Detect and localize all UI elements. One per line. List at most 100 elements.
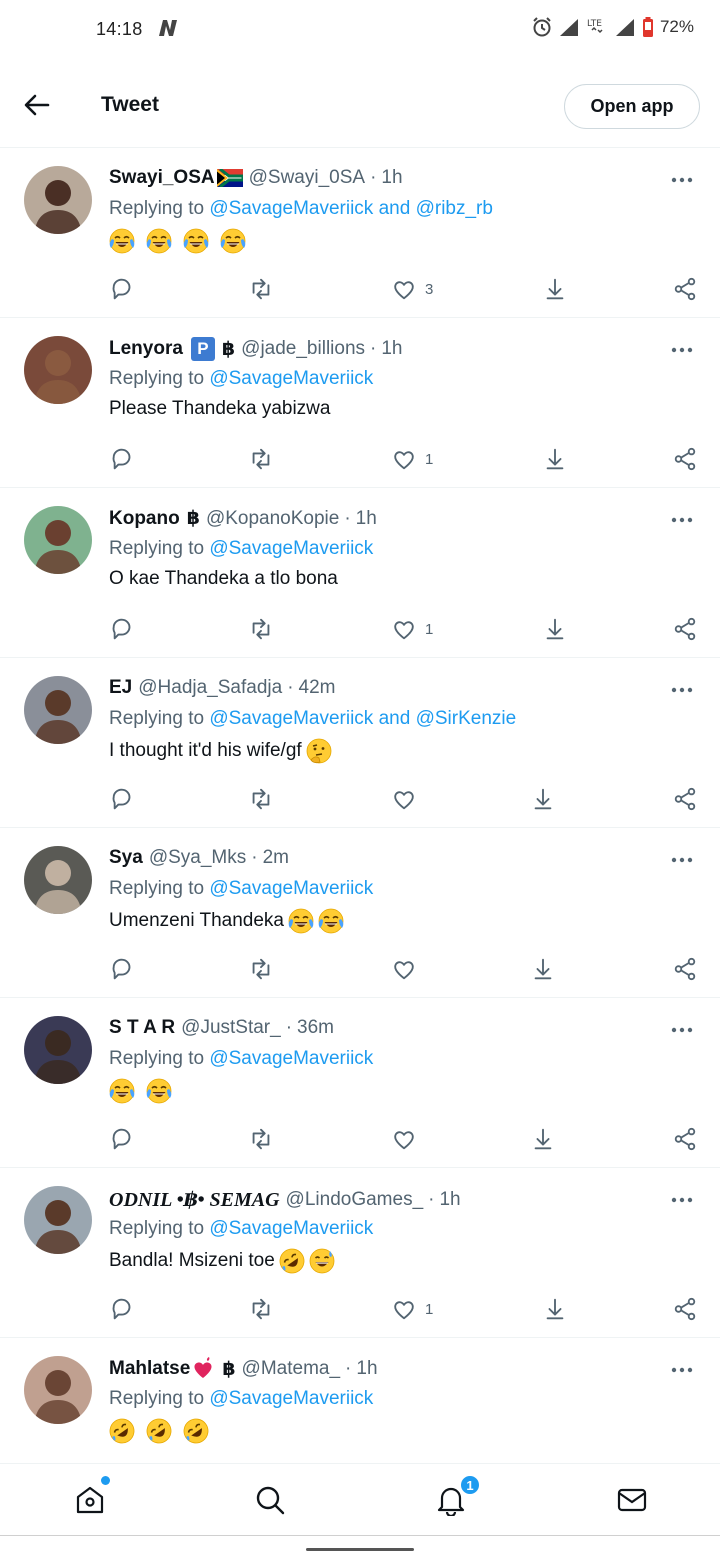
tweet-item[interactable]: EJ @Hadja_Safadja · 42m Replying to @SavageM… — [0, 658, 720, 828]
mention-link[interactable]: @SavageMaveriick — [209, 708, 373, 729]
more-options-button[interactable] — [670, 852, 694, 868]
mention-link[interactable]: @SavageMaveriick — [209, 198, 373, 219]
nav-home[interactable] — [70, 1476, 110, 1520]
download-button[interactable] — [542, 444, 568, 474]
username-handle[interactable]: @LindoGames_ — [286, 1189, 424, 1211]
reply-button[interactable] — [110, 954, 136, 984]
like-button[interactable]: 3 — [391, 274, 433, 304]
more-options-button[interactable] — [670, 1022, 694, 1038]
username-handle[interactable]: @jade_billions — [241, 338, 365, 360]
download-button[interactable] — [542, 614, 568, 644]
display-name[interactable]: Swayi_OSA — [109, 167, 215, 189]
avatar[interactable] — [24, 336, 92, 404]
mention-link[interactable]: @SavageMaveriick — [209, 878, 373, 899]
retweet-button[interactable] — [248, 274, 274, 304]
open-app-button[interactable]: Open app — [564, 84, 700, 129]
download-button[interactable] — [542, 274, 568, 304]
tweet-timestamp[interactable]: 1h — [356, 508, 377, 530]
like-button[interactable]: 1 — [391, 444, 433, 474]
reply-button[interactable] — [110, 784, 136, 814]
avatar[interactable] — [24, 1186, 92, 1254]
like-button[interactable] — [391, 784, 417, 814]
reply-button[interactable] — [110, 614, 136, 644]
mention-link[interactable]: @SavageMaveriick — [209, 368, 373, 389]
back-button[interactable] — [20, 88, 54, 122]
display-name[interactable]: Kopano — [109, 508, 180, 530]
display-name[interactable]: Sya — [109, 847, 143, 869]
tweet-item[interactable]: Kopano ฿ @KopanoKopie · 1h Replying to @Savag… — [0, 488, 720, 658]
share-button[interactable] — [672, 784, 698, 814]
more-options-button[interactable] — [670, 342, 694, 358]
avatar[interactable] — [24, 1356, 92, 1424]
download-button[interactable] — [542, 1294, 568, 1324]
display-name[interactable]: Lenyora — [109, 338, 183, 360]
share-button[interactable] — [672, 274, 698, 304]
home-gesture-bar[interactable] — [306, 1548, 414, 1551]
mention-link[interactable]: @SavageMaveriick — [209, 1048, 373, 1069]
mention-link[interactable]: @ribz_rb — [416, 198, 493, 219]
avatar[interactable] — [24, 166, 92, 234]
tweet-text: Please Thandeka yabizwa — [109, 398, 330, 420]
share-button[interactable] — [672, 954, 698, 984]
username-handle[interactable]: @Sya_Mks — [149, 847, 246, 869]
reply-button[interactable] — [110, 1124, 136, 1154]
display-name[interactable]: ODNIL •฿• SEMAG — [109, 1187, 280, 1212]
like-button[interactable] — [391, 1124, 417, 1154]
download-button[interactable] — [530, 1124, 556, 1154]
share-button[interactable] — [672, 614, 698, 644]
tweet-timestamp[interactable]: 1h — [381, 167, 402, 189]
tweet-item[interactable]: Sya @Sya_Mks · 2m Replying to @SavageMaverii… — [0, 828, 720, 998]
like-button[interactable] — [391, 954, 417, 984]
avatar[interactable] — [24, 676, 92, 744]
nav-notifications[interactable]: 1 — [431, 1474, 481, 1520]
nav-messages[interactable] — [612, 1480, 652, 1520]
avatar[interactable] — [24, 846, 92, 914]
reply-button[interactable] — [110, 274, 136, 304]
display-name[interactable]: Mahlatse — [109, 1358, 190, 1380]
more-options-button[interactable] — [670, 172, 694, 188]
share-button[interactable] — [672, 444, 698, 474]
tweet-item[interactable]: ODNIL •฿• SEMAG @LindoGames_ · 1h Replying t… — [0, 1168, 720, 1338]
mention-link[interactable]: @SavageMaveriick — [209, 538, 373, 559]
like-button[interactable]: 1 — [391, 614, 433, 644]
retweet-button[interactable] — [248, 784, 274, 814]
username-handle[interactable]: @KopanoKopie — [206, 508, 339, 530]
username-handle[interactable]: @JustStar_ — [181, 1017, 281, 1039]
like-button[interactable]: 1 — [391, 1294, 433, 1324]
mention-link[interactable]: @SavageMaveriick — [209, 1388, 373, 1409]
download-button[interactable] — [530, 954, 556, 984]
retweet-button[interactable] — [248, 444, 274, 474]
username-handle[interactable]: @Swayi_0SA — [249, 167, 365, 189]
retweet-button[interactable] — [248, 614, 274, 644]
share-button[interactable] — [672, 1294, 698, 1324]
mention-link[interactable]: @SirKenzie — [416, 708, 517, 729]
username-handle[interactable]: @Hadja_Safadja — [138, 677, 282, 699]
tweet-timestamp[interactable]: 42m — [299, 677, 336, 699]
more-options-button[interactable] — [670, 682, 694, 698]
reply-button[interactable] — [110, 1294, 136, 1324]
share-button[interactable] — [672, 1124, 698, 1154]
avatar[interactable] — [24, 506, 92, 574]
nav-search[interactable] — [250, 1480, 290, 1520]
tweet-timestamp[interactable]: 1h — [356, 1358, 377, 1380]
tweet-timestamp[interactable]: 2m — [263, 847, 289, 869]
tweet-item[interactable]: Lenyora P ฿ @jade_billions · 1h Replying to @S… — [0, 318, 720, 488]
username-handle[interactable]: @Matema_ — [242, 1358, 341, 1380]
retweet-button[interactable] — [248, 1294, 274, 1324]
retweet-button[interactable] — [248, 1124, 274, 1154]
tweet-timestamp[interactable]: 1h — [439, 1189, 460, 1211]
display-name[interactable]: S T A R — [109, 1017, 175, 1039]
avatar[interactable] — [24, 1016, 92, 1084]
retweet-button[interactable] — [248, 954, 274, 984]
more-options-button[interactable] — [670, 1362, 694, 1378]
tweet-item[interactable]: Swayi_OSA @Swayi_0SA · 1h Replying to @Savag… — [0, 148, 720, 318]
tweet-item[interactable]: S T A R @JustStar_ · 36m Replying to @Savage… — [0, 998, 720, 1168]
reply-button[interactable] — [110, 444, 136, 474]
more-options-button[interactable] — [670, 512, 694, 528]
download-button[interactable] — [530, 784, 556, 814]
display-name[interactable]: EJ — [109, 677, 132, 699]
more-options-button[interactable] — [670, 1192, 694, 1208]
tweet-timestamp[interactable]: 36m — [297, 1017, 334, 1039]
tweet-timestamp[interactable]: 1h — [381, 338, 402, 360]
mention-link[interactable]: @SavageMaveriick — [209, 1218, 373, 1239]
